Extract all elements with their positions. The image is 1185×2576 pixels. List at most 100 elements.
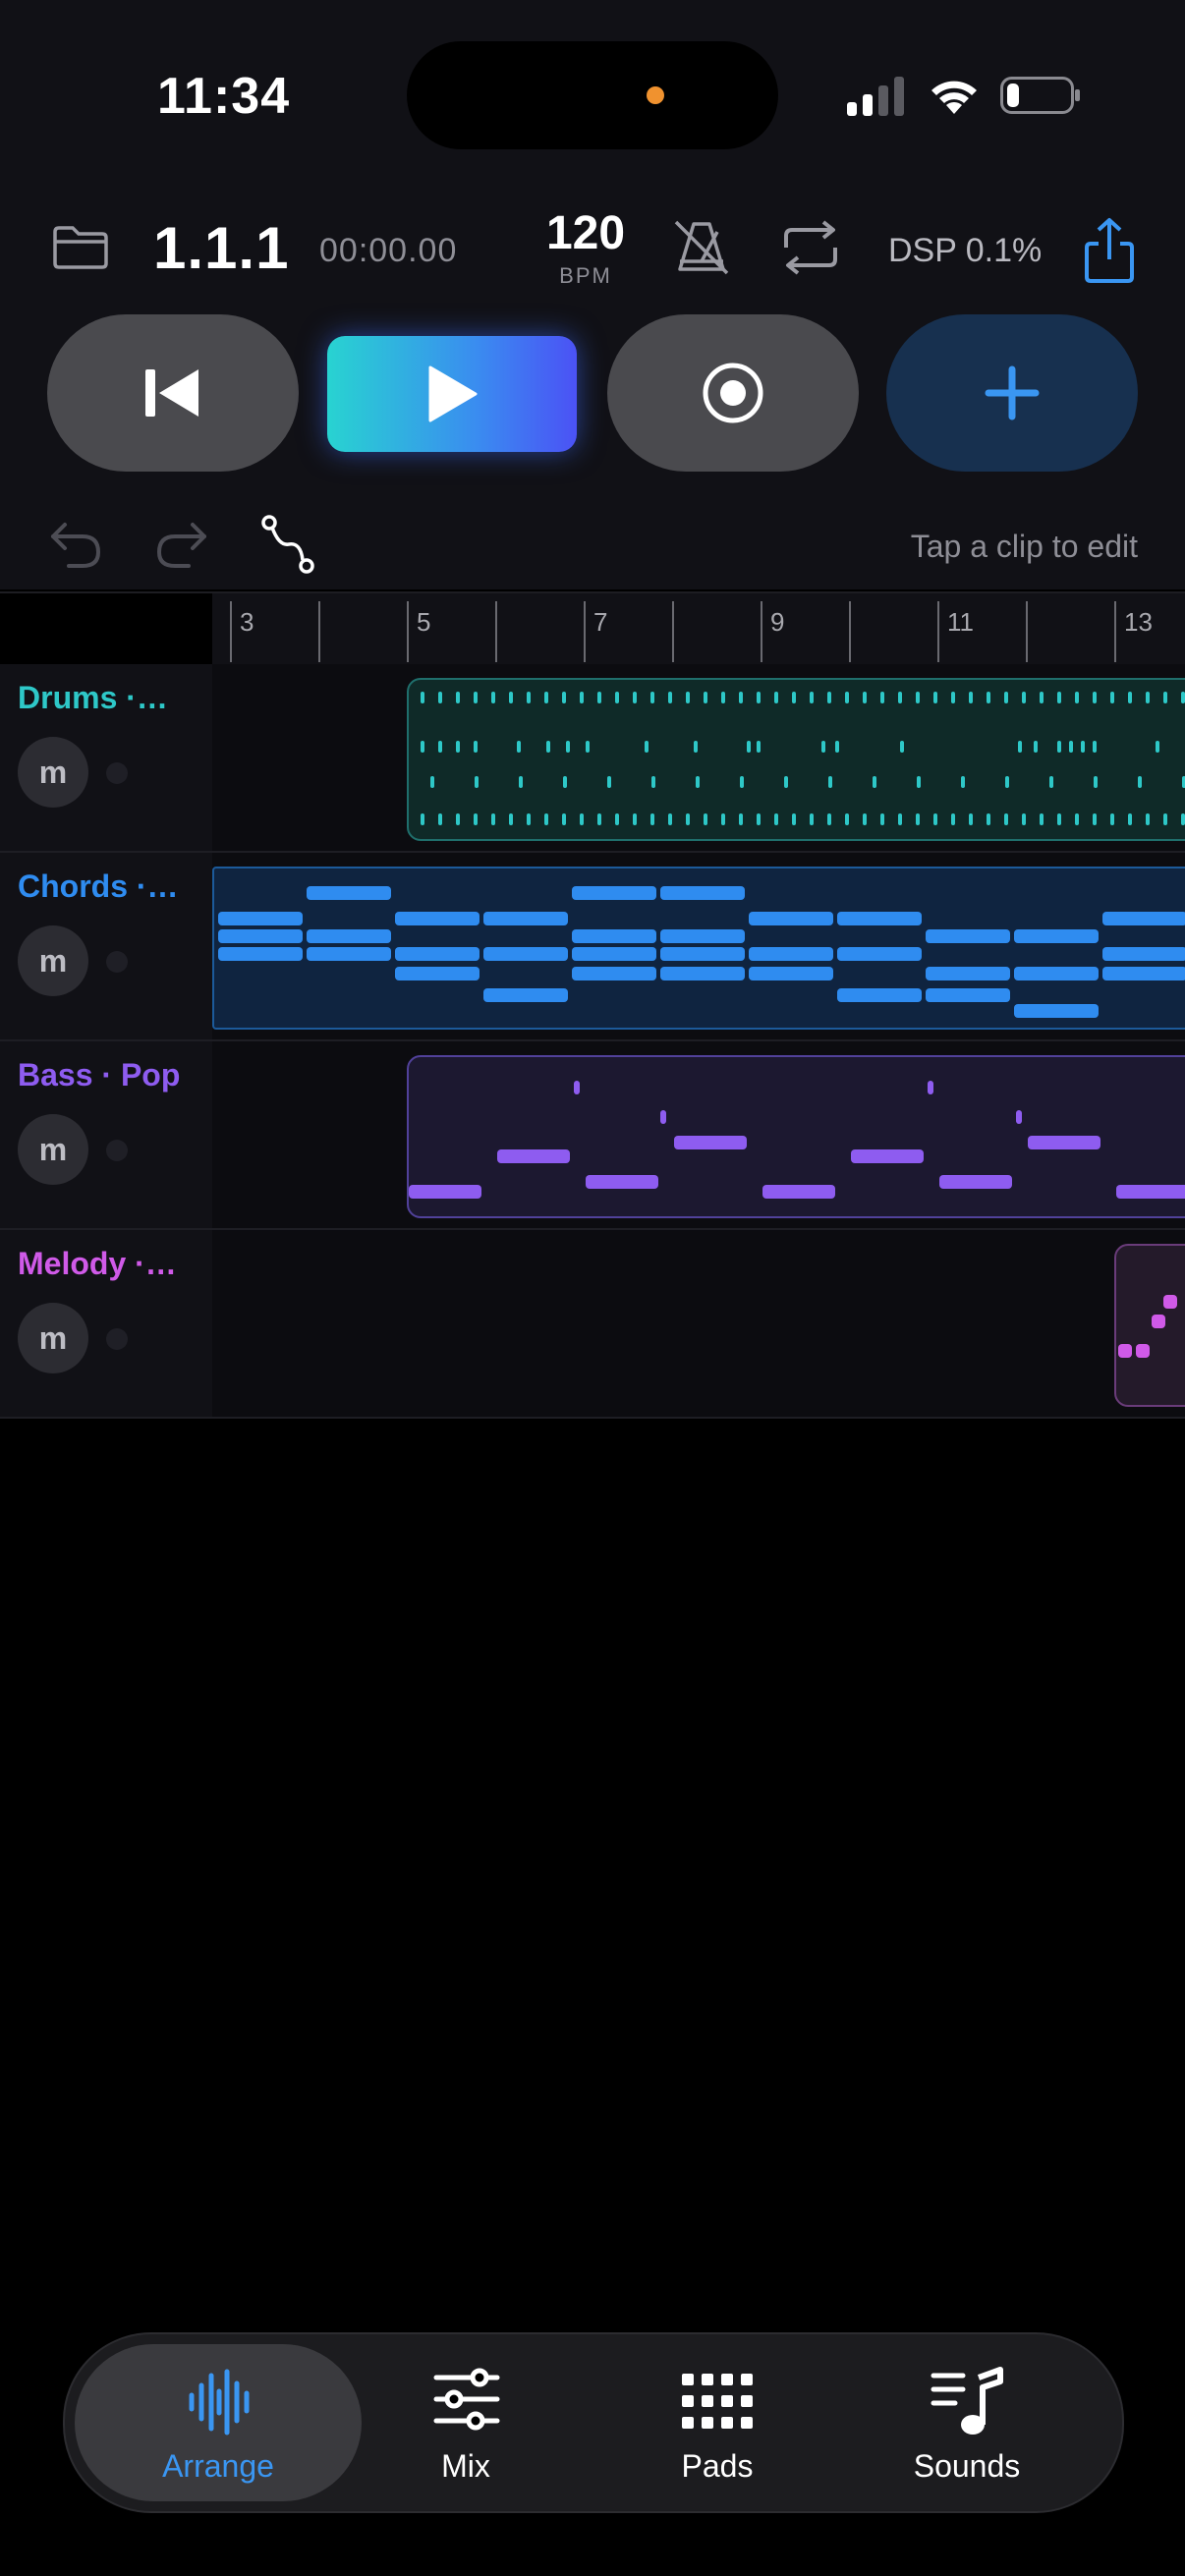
- midi-note: [1094, 776, 1098, 788]
- dynamic-island: [407, 41, 778, 149]
- midi-note: [939, 1175, 1012, 1189]
- grid-icon: [682, 2374, 753, 2429]
- track-drums[interactable]: Drums ·… m: [0, 664, 1185, 853]
- midi-note: [660, 886, 745, 900]
- track-name: Chords ·…: [18, 868, 179, 904]
- midi-note: [650, 813, 654, 825]
- mute-button[interactable]: m: [18, 1303, 88, 1373]
- record-button[interactable]: [607, 314, 859, 472]
- tab-mix[interactable]: Mix: [367, 2344, 564, 2501]
- midi-note: [1022, 813, 1026, 825]
- mute-button[interactable]: m: [18, 925, 88, 996]
- track-chords[interactable]: Chords ·… m: [0, 853, 1185, 1041]
- midi-note: [1014, 1004, 1099, 1018]
- ruler-bar-number: 11: [947, 607, 974, 637]
- ruler-tick: [849, 601, 851, 662]
- track-name: Bass · Pop: [18, 1057, 181, 1092]
- midi-note: [430, 776, 434, 788]
- midi-note: [597, 692, 601, 703]
- loop-icon[interactable]: [778, 218, 843, 277]
- add-track-button[interactable]: [886, 314, 1138, 472]
- track-header[interactable]: Bass · Pop m: [0, 1041, 212, 1228]
- midi-note: [987, 813, 990, 825]
- mute-button[interactable]: m: [18, 737, 88, 808]
- midi-note: [586, 741, 590, 753]
- midi-note: [421, 692, 424, 703]
- tab-pads[interactable]: Pads: [619, 2344, 816, 2501]
- midi-note: [757, 813, 761, 825]
- midi-note: [774, 813, 778, 825]
- edit-hint: Tap a clip to edit: [910, 529, 1138, 564]
- midi-note: [1110, 813, 1114, 825]
- midi-note: [1004, 813, 1008, 825]
- midi-note: [1102, 967, 1185, 980]
- midi-note: [562, 813, 566, 825]
- midi-note: [845, 813, 849, 825]
- record-arm-dot[interactable]: [106, 951, 128, 973]
- ruler-bar-number: 9: [770, 607, 785, 637]
- playhead-position[interactable]: 1.1.1: [153, 214, 289, 282]
- tempo-value[interactable]: 120: [538, 206, 633, 260]
- midi-note: [1138, 776, 1142, 788]
- midi-note: [739, 692, 743, 703]
- midi-note: [574, 1081, 580, 1094]
- drum-clip[interactable]: [407, 678, 1185, 841]
- automation-curve-icon[interactable]: [259, 515, 318, 574]
- tab-sounds[interactable]: Sounds: [869, 2344, 1065, 2501]
- ruler-tick: [672, 601, 674, 662]
- midi-note: [747, 741, 751, 753]
- share-icon[interactable]: [1083, 216, 1136, 285]
- track-bass[interactable]: Bass · Pop m: [0, 1041, 1185, 1230]
- track-header[interactable]: Melody ·… m: [0, 1230, 212, 1417]
- ruler-tick: [937, 601, 939, 662]
- record-arm-dot[interactable]: [106, 1328, 128, 1350]
- track-header[interactable]: Chords ·… m: [0, 853, 212, 1039]
- record-arm-dot[interactable]: [106, 1140, 128, 1161]
- midi-note: [1005, 776, 1009, 788]
- midi-note: [509, 692, 513, 703]
- midi-note: [307, 886, 391, 900]
- midi-note: [739, 813, 743, 825]
- midi-note: [828, 776, 832, 788]
- midi-note: [421, 741, 424, 753]
- midi-note: [835, 741, 839, 753]
- chords-clip[interactable]: [212, 867, 1185, 1030]
- wifi-icon: [931, 81, 977, 114]
- redo-icon[interactable]: [153, 517, 210, 572]
- mute-button[interactable]: m: [18, 1114, 88, 1185]
- battery-icon: [1000, 77, 1080, 114]
- camera-indicator-icon: [647, 86, 664, 104]
- bass-clip[interactable]: [407, 1055, 1185, 1218]
- midi-note: [572, 929, 656, 943]
- ruler-bar-number: 3: [240, 607, 254, 637]
- play-button[interactable]: [327, 336, 577, 452]
- ruler-tick: [230, 601, 232, 662]
- midi-note: [660, 929, 745, 943]
- track-header[interactable]: Drums ·… m: [0, 664, 212, 851]
- midi-note: [572, 886, 656, 900]
- midi-note: [497, 1149, 570, 1163]
- midi-note: [474, 813, 478, 825]
- midi-note: [1081, 741, 1085, 753]
- melody-clip[interactable]: [1114, 1244, 1185, 1407]
- midi-note: [566, 741, 570, 753]
- midi-note: [1057, 692, 1061, 703]
- metronome-icon[interactable]: [672, 218, 731, 277]
- sliders-icon: [433, 2368, 500, 2431]
- folder-icon[interactable]: [51, 224, 110, 271]
- midi-note: [749, 912, 833, 925]
- tab-arrange[interactable]: Arrange: [120, 2344, 316, 2501]
- undo-icon[interactable]: [47, 517, 104, 572]
- midi-note: [544, 692, 548, 703]
- midi-note: [1093, 741, 1097, 753]
- track-melody[interactable]: Melody ·… m: [0, 1230, 1185, 1419]
- record-arm-dot[interactable]: [106, 762, 128, 784]
- waveform-icon: [189, 2369, 250, 2436]
- midi-note: [586, 1175, 658, 1189]
- status-time: 11:34: [157, 68, 291, 125]
- timecode: 00:00.00: [319, 232, 458, 269]
- midi-note: [509, 813, 513, 825]
- midi-note: [580, 813, 584, 825]
- midi-note: [926, 967, 1010, 980]
- rewind-button[interactable]: [47, 314, 299, 472]
